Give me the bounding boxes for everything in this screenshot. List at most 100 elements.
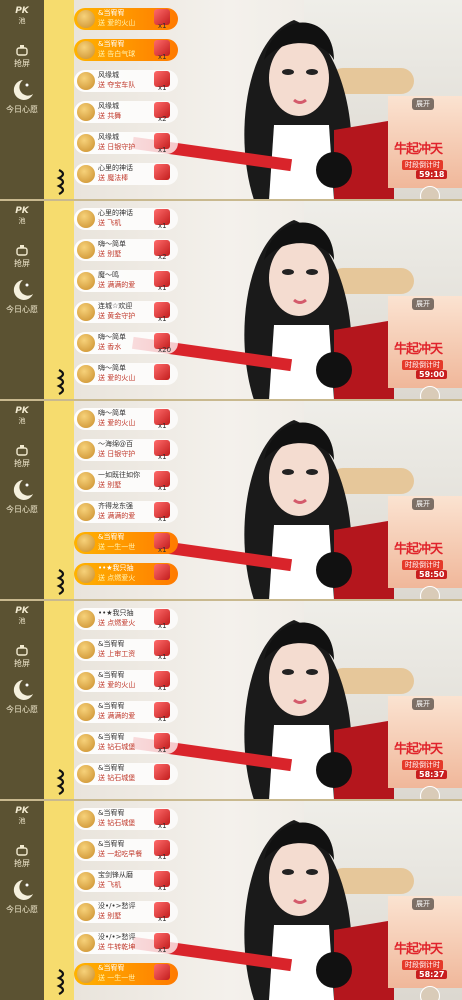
gift-message[interactable]: ••★我只抽送 点燃爱火 x1 — [74, 608, 178, 630]
wish-button[interactable]: 今日心愿 — [0, 478, 44, 515]
gift-message[interactable]: 嗨〜简单送 爱的火山 x1 — [74, 408, 178, 430]
username[interactable]: 风缘城 — [98, 71, 119, 80]
username[interactable]: 嗨〜简单 — [98, 333, 126, 342]
username[interactable]: &当宥宥 — [98, 840, 124, 849]
username[interactable]: &当宥宥 — [98, 533, 124, 542]
user-avatar[interactable] — [77, 734, 95, 752]
username[interactable]: &当宥宥 — [98, 809, 124, 818]
user-avatar[interactable] — [77, 765, 95, 783]
gift-message[interactable]: ••★我只抽送 点燃爱火 — [74, 563, 178, 585]
user-avatar[interactable] — [77, 672, 95, 690]
user-avatar[interactable] — [77, 810, 95, 828]
username[interactable]: 心里的神话 — [98, 209, 133, 218]
user-avatar[interactable] — [77, 165, 95, 183]
user-avatar[interactable] — [77, 103, 95, 121]
promo-expand-button[interactable]: 展开 — [412, 498, 434, 510]
username[interactable]: &当宥宥 — [98, 671, 124, 680]
user-avatar[interactable] — [77, 241, 95, 259]
username[interactable]: 没•/•>愁评 — [98, 933, 135, 942]
username[interactable]: 魔〜鸣 — [98, 271, 119, 280]
username[interactable]: &当宥宥 — [98, 733, 124, 742]
gift-message[interactable]: &当宥宥送 上审工资 x1 — [74, 639, 178, 661]
gift-message[interactable]: 魔〜鸣送 满满的爱 x1 — [74, 270, 178, 292]
grab-seat-button[interactable]: 抢屏 — [0, 244, 44, 269]
username[interactable]: &当宥宥 — [98, 40, 124, 49]
user-avatar[interactable] — [77, 410, 95, 428]
username[interactable]: 〜海绵@百 — [98, 440, 133, 449]
username[interactable]: 没•/•>愁评 — [98, 902, 135, 911]
user-avatar[interactable] — [77, 503, 95, 521]
user-avatar[interactable] — [77, 903, 95, 921]
pk-button[interactable]: PK 池 — [0, 6, 44, 26]
grab-seat-button[interactable]: 抢屏 — [0, 44, 44, 69]
promo-expand-button[interactable]: 展开 — [412, 898, 434, 910]
promo-expand-button[interactable]: 展开 — [412, 298, 434, 310]
user-avatar[interactable] — [77, 41, 95, 59]
gift-message[interactable]: &当宥宥送 钻石城堡 x1 — [74, 808, 178, 830]
username[interactable]: 嗨〜简单 — [98, 240, 126, 249]
promo-expand-button[interactable]: 展开 — [412, 98, 434, 110]
username[interactable]: ••★我只抽 — [98, 609, 134, 618]
gift-message[interactable]: &当宥宥送 钻石城堡 — [74, 763, 178, 785]
gift-message[interactable]: &当宥宥送 一生一世 x1 — [74, 532, 178, 554]
username[interactable]: 齐得龙东强 — [98, 502, 133, 511]
user-avatar[interactable] — [77, 365, 95, 383]
wish-button[interactable]: 今日心愿 — [0, 878, 44, 915]
wish-button[interactable]: 今日心愿 — [0, 78, 44, 115]
user-avatar[interactable] — [77, 841, 95, 859]
username[interactable]: 一如既往如你 — [98, 471, 140, 480]
gift-message[interactable]: 心里的神话送 飞机 x1 — [74, 208, 178, 230]
gift-message[interactable]: 嗨〜简单送 香水 x20 — [74, 332, 178, 354]
username[interactable]: &当宥宥 — [98, 640, 124, 649]
promo-expand-button[interactable]: 展开 — [412, 698, 434, 710]
username[interactable]: 嗨〜简单 — [98, 409, 126, 418]
gift-message[interactable]: 宝剑锋从磨送 飞机 x1 — [74, 870, 178, 892]
user-avatar[interactable] — [77, 303, 95, 321]
user-avatar[interactable] — [77, 272, 95, 290]
gift-message[interactable]: &当宥宥送 一生一世 — [74, 963, 178, 985]
user-avatar[interactable] — [77, 472, 95, 490]
gift-message[interactable]: &当宥宥送 一起吃早餐 x1 — [74, 839, 178, 861]
gift-message[interactable]: &当宥宥送 钻石城堡 x1 — [74, 732, 178, 754]
username[interactable]: &当宥宥 — [98, 764, 124, 773]
user-avatar[interactable] — [77, 72, 95, 90]
user-avatar[interactable] — [77, 610, 95, 628]
user-avatar[interactable] — [77, 210, 95, 228]
user-avatar[interactable] — [77, 441, 95, 459]
gift-message[interactable]: 没•/•>愁评送 牛转乾坤 x1 — [74, 932, 178, 954]
user-avatar[interactable] — [77, 934, 95, 952]
pk-button[interactable]: PK 池 — [0, 206, 44, 226]
gift-message[interactable]: 心里的神话送 魔法棒 — [74, 163, 178, 185]
gift-message[interactable]: 风缘城送 日银守护 x1 — [74, 132, 178, 154]
wish-button[interactable]: 今日心愿 — [0, 278, 44, 315]
user-avatar[interactable] — [77, 703, 95, 721]
gift-message[interactable]: &当宥宥送 爱的火山 x1 — [74, 670, 178, 692]
gift-message[interactable]: 连城☆欢迎送 黄金守护 x1 — [74, 301, 178, 323]
pk-button[interactable]: PK 池 — [0, 606, 44, 626]
grab-seat-button[interactable]: 抢屏 — [0, 844, 44, 869]
username[interactable]: &当宥宥 — [98, 9, 124, 18]
gift-message[interactable]: 〜海绵@百送 日银守护 x1 — [74, 439, 178, 461]
gift-message[interactable]: 齐得龙东强送 满满的爱 x1 — [74, 501, 178, 523]
gift-message[interactable]: 一如既往如你送 别墅 x1 — [74, 470, 178, 492]
username[interactable]: 连城☆欢迎 — [98, 302, 132, 311]
username[interactable]: 风缘城 — [98, 102, 119, 111]
username[interactable]: 心里的神话 — [98, 164, 133, 173]
user-avatar[interactable] — [77, 134, 95, 152]
user-avatar[interactable] — [77, 872, 95, 890]
grab-seat-button[interactable]: 抢屏 — [0, 644, 44, 669]
username[interactable]: 风缘城 — [98, 133, 119, 142]
pk-button[interactable]: PK 池 — [0, 806, 44, 826]
gift-message[interactable]: 风缘城送 共舞 x2 — [74, 101, 178, 123]
user-avatar[interactable] — [77, 565, 95, 583]
gift-message[interactable]: 嗨〜简单送 爱的火山 — [74, 363, 178, 385]
user-avatar[interactable] — [77, 641, 95, 659]
grab-seat-button[interactable]: 抢屏 — [0, 444, 44, 469]
gift-message[interactable]: 没•/•>愁评送 别墅 x1 — [74, 901, 178, 923]
pk-button[interactable]: PK 池 — [0, 406, 44, 426]
username[interactable]: 宝剑锋从磨 — [98, 871, 133, 880]
username[interactable]: ••★我只抽 — [98, 564, 134, 573]
user-avatar[interactable] — [77, 334, 95, 352]
gift-message[interactable]: &当宥宥送 满满的爱 x1 — [74, 701, 178, 723]
user-avatar[interactable] — [77, 534, 95, 552]
